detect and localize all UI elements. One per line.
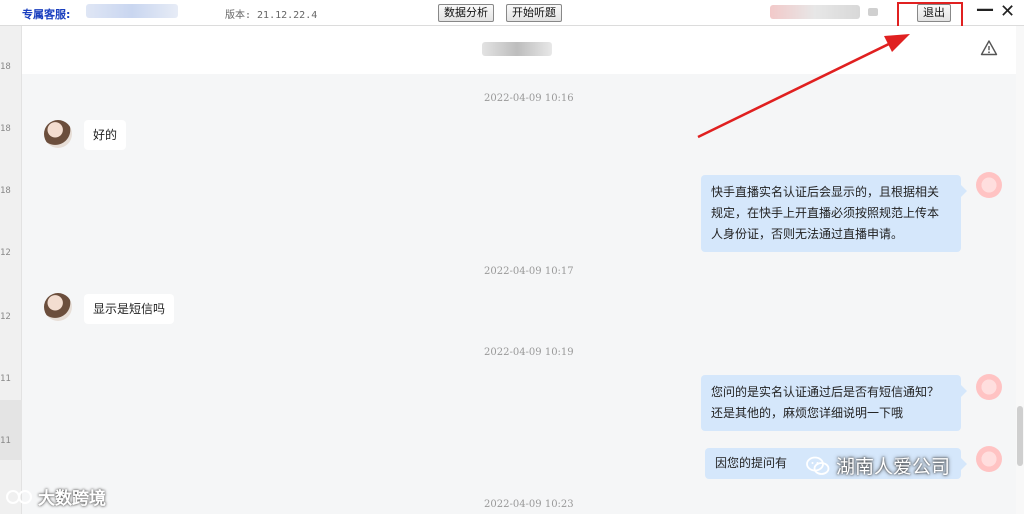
outgoing-message: 快手直播实名认证后会显示的，且根据相关 规定，在快手上开直播必须按照规范上传本 … [701,175,967,252]
message-timestamp: 2022-04-09 10:17 [484,266,574,277]
message-timestamp: 2022-04-09 10:19 [484,347,574,358]
customer-avatar [44,293,72,321]
data-analysis-button[interactable]: 数据分析 [438,4,494,22]
scrollbar-thumb[interactable] [1017,406,1023,466]
agent-avatar [976,374,1002,400]
agent-avatar [976,172,1002,198]
chat-header [22,26,1016,74]
list-item-number: 18 [0,62,11,72]
list-item-number: 18 [0,186,11,196]
scrollbar[interactable] [1016,26,1024,514]
title-bar: 专属客服: 版本: 21.12.22.4 数据分析 开始听题 退出 — ✕ [0,0,1024,26]
service-name-redacted [86,4,178,18]
watermark-right: 湖南人爱公司 [806,452,950,479]
list-item-number: 11 [0,436,11,446]
agent-avatar [976,446,1002,472]
message-line: 您问的是实名认证通过后是否有短信通知？ [711,385,940,399]
wechat-icon [806,456,830,475]
chat-title-redacted [482,42,552,56]
service-label: 专属客服: [22,8,71,21]
message-line: 规定，在快手上开直播必须按照规范上传本 [711,206,940,220]
watermark-left: 大数跨境 [6,484,106,509]
conversation-list-edge: 18 18 18 12 12 11 11 [0,26,22,514]
start-listen-button[interactable]: 开始听题 [506,4,562,22]
minimize-icon[interactable]: — [976,0,994,20]
list-item-number: 12 [0,248,11,258]
selected-conversation[interactable] [0,400,22,460]
list-item-number: 11 [0,374,11,384]
list-item-number: 18 [0,124,11,134]
watermark-right-text: 湖南人爱公司 [836,456,951,478]
outgoing-message: 您问的是实名认证通过后是否有短信通知？ 还是其他的，麻烦您详细说明一下哦 [701,375,967,431]
incoming-message: 好的 [84,120,127,150]
close-icon[interactable]: ✕ [1000,1,1015,22]
message-line: 人身份证，否则无法通过直播申请。 [711,227,904,241]
watermark-left-text: 大数跨境 [38,489,106,509]
list-item-number: 12 [0,312,11,322]
redacted-mark [868,8,878,16]
watermark-logo-icon [6,489,32,504]
version-text: 版本: 21.12.22.4 [225,10,318,21]
message-timestamp: 2022-04-09 10:23 [484,499,574,510]
annotation-arrow-icon [697,34,910,139]
incoming-message: 显示是短信吗 [84,294,175,324]
message-line: 快手直播实名认证后会显示的，且根据相关 [711,185,940,199]
customer-avatar [44,120,72,148]
message-timestamp: 2022-04-09 10:16 [484,93,574,104]
username-redacted [770,5,860,19]
message-line: 还是其他的，麻烦您详细说明一下哦 [711,406,904,420]
warning-triangle-icon[interactable] [980,39,998,57]
